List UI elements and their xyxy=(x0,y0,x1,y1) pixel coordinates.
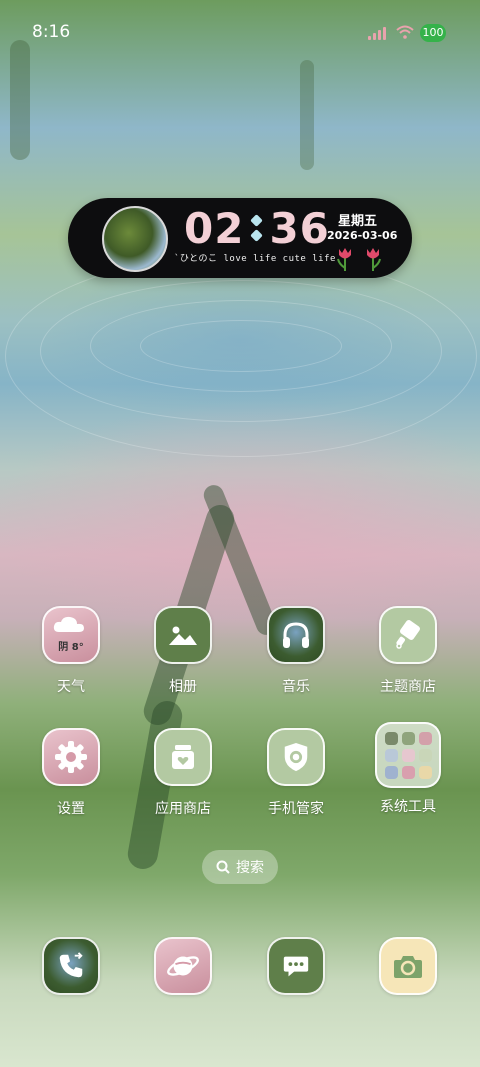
status-time: 8:16 xyxy=(32,22,71,42)
clock-motto: `ひとのこ love life cute life xyxy=(174,254,336,264)
clock-date: 2026-03-06 xyxy=(327,229,398,242)
weather-icon: 阴 8° xyxy=(42,606,100,664)
ripple xyxy=(140,320,342,372)
app-label: 音乐 xyxy=(282,679,310,695)
wifi-icon xyxy=(396,25,414,39)
clock-minutes: 36 xyxy=(269,203,330,253)
shield-icon xyxy=(267,728,325,786)
app-label: 设置 xyxy=(57,801,85,817)
search-button[interactable]: 搜索 xyxy=(202,850,278,884)
gear-icon xyxy=(42,728,100,786)
mountain-photo-icon xyxy=(154,606,212,664)
app-weather[interactable]: 阴 8° 天气 xyxy=(16,606,126,696)
dock-phone[interactable] xyxy=(16,937,126,995)
phone-icon xyxy=(42,937,100,995)
folder-grid xyxy=(384,731,432,779)
app-label: 相册 xyxy=(169,679,197,695)
status-bar: 8:16 100 xyxy=(0,22,480,46)
app-label: 系统工具 xyxy=(380,799,436,815)
photo-avatar xyxy=(102,206,168,272)
app-phone-manager[interactable]: 手机管家 xyxy=(241,728,351,818)
clock-weekday: 星期五 xyxy=(338,214,378,229)
tree-reflection xyxy=(300,60,314,170)
tulip-icon xyxy=(337,248,351,271)
store-bag-icon xyxy=(154,728,212,786)
app-app-store[interactable]: 应用商店 xyxy=(128,728,238,818)
folder-icon xyxy=(375,722,441,788)
paint-brush-icon xyxy=(379,606,437,664)
clock-time: 02 36 xyxy=(184,203,330,253)
dock-camera[interactable] xyxy=(353,937,463,995)
app-label: 应用商店 xyxy=(155,801,211,817)
battery-indicator: 100 xyxy=(420,24,446,42)
camera-icon xyxy=(379,937,437,995)
app-label: 主题商店 xyxy=(380,679,436,695)
cloud-icon xyxy=(53,616,84,632)
dock-messages[interactable] xyxy=(241,937,351,995)
app-settings[interactable]: 设置 xyxy=(16,728,126,818)
app-label: 手机管家 xyxy=(268,801,324,817)
clock-hours: 02 xyxy=(184,203,245,253)
signal-icon xyxy=(368,26,386,40)
clock-widget[interactable]: 02 36 星期五 2026-03-06 `ひとのこ love life cut… xyxy=(68,198,412,278)
app-gallery[interactable]: 相册 xyxy=(128,606,238,696)
app-label: 天气 xyxy=(57,679,85,695)
planet-browser-icon xyxy=(154,937,212,995)
app-music[interactable]: 音乐 xyxy=(241,606,351,696)
search-label: 搜索 xyxy=(236,860,264,876)
dock-browser[interactable] xyxy=(128,937,238,995)
tree-reflection xyxy=(10,40,30,160)
app-system-tools[interactable]: 系统工具 xyxy=(353,722,463,816)
app-theme-store[interactable]: 主题商店 xyxy=(353,606,463,696)
weather-badge: 阴 8° xyxy=(58,642,84,653)
search-icon xyxy=(216,860,230,874)
message-icon xyxy=(267,937,325,995)
clock-separator xyxy=(250,214,264,242)
headphones-icon xyxy=(267,606,325,664)
tulip-icon xyxy=(367,248,381,271)
